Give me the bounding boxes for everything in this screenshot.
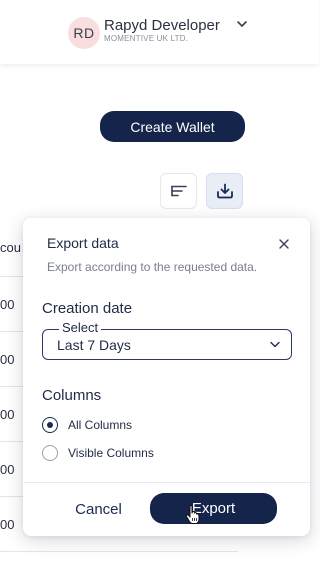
- radio-all-columns[interactable]: All Columns: [42, 416, 132, 434]
- create-wallet-button[interactable]: Create Wallet: [100, 111, 245, 142]
- chevron-down-icon[interactable]: [236, 19, 248, 29]
- table-cell: 00: [0, 462, 15, 477]
- filter-lines-icon: [170, 185, 187, 197]
- filter-button[interactable]: [160, 173, 197, 209]
- table-bottom-divider: [0, 551, 238, 552]
- table-column-header: cou: [0, 240, 21, 255]
- columns-label: Columns: [42, 387, 102, 404]
- table-cell: 00: [0, 297, 15, 312]
- user-name[interactable]: Rapyd Developer: [104, 17, 220, 34]
- select-value: Last 7 Days: [57, 337, 131, 353]
- popup-title: Export data: [47, 235, 119, 251]
- radio-visible-columns[interactable]: Visible Columns: [42, 444, 154, 462]
- download-tray-icon: [216, 183, 233, 199]
- close-icon: [279, 239, 289, 249]
- organization-name: MOMENTIVE UK LTD.: [104, 34, 189, 43]
- download-button[interactable]: [206, 173, 243, 209]
- hand-cursor-icon: [185, 505, 200, 524]
- popup-divider: [23, 482, 310, 483]
- popup-subtitle: Export according to the requested data.: [47, 260, 258, 274]
- table-cell: 00: [0, 407, 15, 422]
- table-cell: 00: [0, 517, 15, 532]
- avatar[interactable]: RD: [68, 17, 100, 49]
- close-button[interactable]: [277, 237, 291, 251]
- creation-date-select[interactable]: Select Last 7 Days: [42, 321, 292, 360]
- creation-date-label: Creation date: [42, 300, 133, 317]
- radio-label: Visible Columns: [68, 446, 154, 460]
- radio-checked-icon[interactable]: [42, 417, 58, 433]
- radio-unchecked-icon[interactable]: [42, 445, 58, 461]
- cancel-button[interactable]: Cancel: [51, 497, 146, 521]
- top-header: RD Rapyd Developer MOMENTIVE UK LTD.: [0, 0, 319, 64]
- select-legend: Select: [59, 321, 102, 335]
- export-data-popup: Export data Export according to the requ…: [23, 218, 310, 536]
- export-button[interactable]: Export: [150, 493, 277, 524]
- table-cell: 00: [0, 352, 15, 367]
- radio-label: All Columns: [68, 418, 133, 432]
- chevron-down-icon: [270, 341, 280, 348]
